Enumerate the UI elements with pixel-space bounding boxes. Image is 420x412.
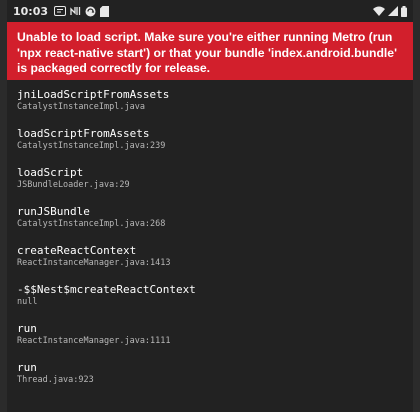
stack-frame-location: CatalystInstanceImpl.java:268 (17, 219, 166, 229)
signal-icon (388, 6, 398, 16)
sync-icon (85, 6, 96, 17)
stack-frame[interactable]: runJSBundle CatalystInstanceImpl.java:26… (7, 205, 413, 230)
stack-frame-method: runJSBundle (17, 205, 90, 218)
stack-frame-method: createReactContext (17, 244, 137, 257)
app-screen: 10:03 Unable to load script. Make sure y… (7, 0, 413, 412)
nfc-icon (70, 6, 81, 16)
stack-frame[interactable]: run ReactInstanceManager.java:1111 (7, 322, 413, 347)
stack-trace: jniLoadScriptFromAssets CatalystInstance… (7, 80, 413, 386)
stack-frame-location: CatalystInstanceImpl.java (17, 102, 145, 112)
error-message: Unable to load script. Make sure you're … (17, 30, 397, 75)
status-bar: 10:03 (7, 0, 413, 22)
stack-frame-method: run (17, 361, 37, 374)
stack-frame[interactable]: -$$Nest$mcreateReactContext null (7, 283, 413, 308)
stack-frame-method: loadScript (17, 166, 84, 179)
stack-frame-location: CatalystInstanceImpl.java:239 (17, 141, 166, 151)
stack-frame[interactable]: loadScriptFromAssets CatalystInstanceImp… (7, 127, 413, 152)
stack-frame-method: run (17, 322, 37, 335)
sd-card-icon (100, 5, 110, 17)
stack-frame-location: JSBundleLoader.java:29 (17, 180, 130, 190)
stack-frame[interactable]: jniLoadScriptFromAssets CatalystInstance… (7, 88, 413, 113)
stack-frame-location: Thread.java:923 (17, 375, 94, 385)
device-frame: 10:03 Unable to load script. Make sure y… (0, 0, 420, 412)
stack-frame[interactable]: createReactContext ReactInstanceManager.… (7, 244, 413, 269)
error-banner: Unable to load script. Make sure you're … (7, 22, 413, 80)
stack-frame-method: -$$Nest$mcreateReactContext (17, 283, 196, 296)
stack-frame[interactable]: loadScript JSBundleLoader.java:29 (7, 166, 413, 191)
stack-frame-method: loadScriptFromAssets (17, 127, 150, 140)
stack-frame-location: ReactInstanceManager.java:1413 (17, 258, 171, 268)
stack-frame-method: jniLoadScriptFromAssets (17, 88, 170, 101)
stack-frame-location: ReactInstanceManager.java:1111 (17, 336, 171, 346)
stack-frame[interactable]: run Thread.java:923 (7, 361, 413, 386)
battery-icon (401, 5, 407, 17)
wifi-icon (373, 6, 385, 16)
message-icon (54, 6, 67, 16)
status-time: 10:03 (13, 4, 49, 18)
stack-frame-location: null (17, 297, 38, 307)
